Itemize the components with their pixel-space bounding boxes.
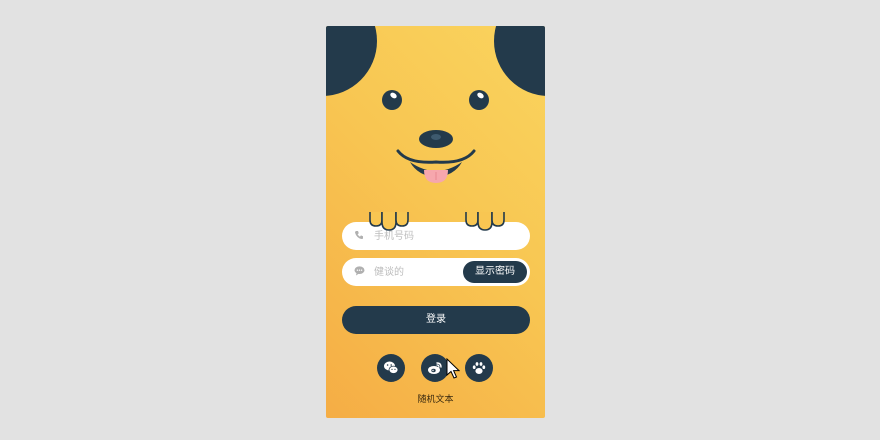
- wechat-icon: [384, 361, 399, 374]
- phone-input[interactable]: [374, 226, 519, 246]
- weibo-icon: [428, 362, 442, 374]
- dog-right-eye: [469, 90, 489, 110]
- show-password-button[interactable]: 显示密码: [463, 261, 527, 283]
- mouse-cursor-icon: [446, 358, 460, 379]
- dog-face: [396, 130, 476, 183]
- chat-bubble-icon: [353, 266, 365, 278]
- weibo-button[interactable]: [421, 354, 449, 382]
- password-field[interactable]: 显示密码: [342, 258, 530, 286]
- password-input[interactable]: [374, 262, 459, 282]
- login-button[interactable]: 登录: [342, 306, 530, 334]
- footer-text: 随机文本: [417, 395, 454, 405]
- dog-left-eye: [382, 90, 402, 110]
- phone-field[interactable]: [342, 222, 530, 250]
- paw-icon: [472, 362, 486, 374]
- dog-left-ear: [326, 26, 377, 96]
- login-card: 显示密码 登录: [326, 26, 545, 418]
- dog-right-ear: [494, 26, 545, 96]
- wechat-button[interactable]: [377, 354, 405, 382]
- phone-icon: [353, 230, 365, 242]
- paw-button[interactable]: [465, 354, 493, 382]
